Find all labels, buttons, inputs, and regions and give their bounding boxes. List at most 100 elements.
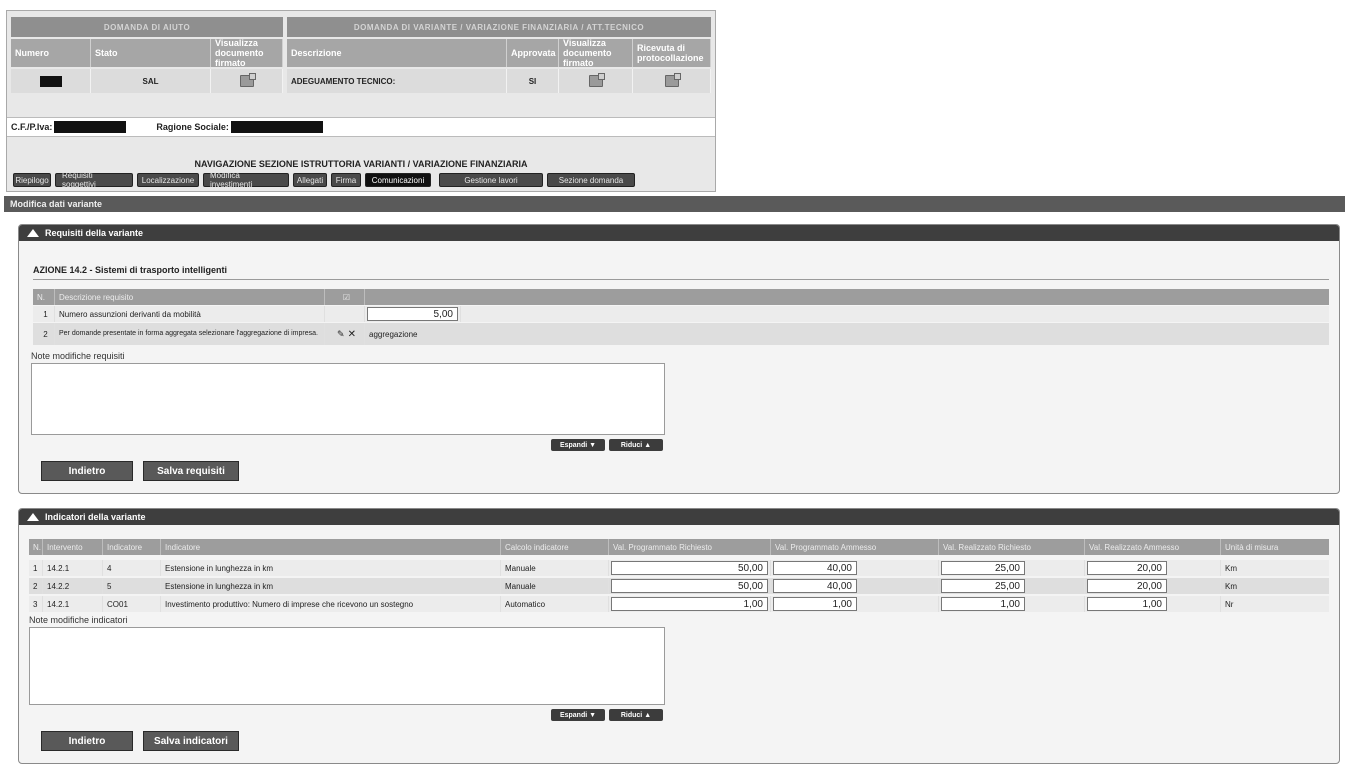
nav-gestione-lavori-button[interactable]: Gestione lavori — [439, 173, 543, 187]
prog-ammesso-input[interactable]: 40,00 — [773, 561, 857, 575]
printer-icon[interactable] — [239, 73, 256, 87]
th-n: N. — [33, 289, 55, 305]
indicatori-panel: Indicatori della variante N. Intervento … — [18, 508, 1340, 764]
row-n: 1 — [29, 560, 43, 576]
indicatori-panel-title: Indicatori della variante — [45, 512, 146, 522]
nav-modifica-investimenti-button[interactable]: Modifica investimenti — [203, 171, 289, 189]
col-approvata: Approvata — [507, 39, 559, 67]
row-intervento: 14.2.1 — [43, 560, 103, 576]
ragione-label: Ragione Sociale: — [156, 122, 229, 132]
th-intervento: Intervento — [43, 539, 103, 555]
row-value-cell: 5,00 — [365, 306, 461, 322]
descrizione-cell: ADEGUAMENTO TECNICO: — [287, 69, 507, 93]
th-real-ammesso: Val. Realizzato Ammesso — [1085, 539, 1221, 555]
printer-icon[interactable] — [664, 73, 681, 87]
nav-localizzazione-button[interactable]: Localizzazione — [137, 173, 199, 187]
row-indicatore: Investimento produttivo: Numero di impre… — [161, 596, 501, 612]
real-ammesso-input[interactable]: 20,00 — [1087, 561, 1167, 575]
riduci-button[interactable]: Riduci ▲ — [609, 709, 663, 721]
prog-richiesto-input[interactable]: 50,00 — [611, 561, 768, 575]
row-desc: Per domande presentate in forma aggregat… — [55, 323, 325, 345]
row-unita: Km — [1225, 563, 1237, 573]
row-check — [325, 306, 365, 322]
edit-icon[interactable]: ✎ — [337, 329, 345, 340]
row-calcolo: Manuale — [501, 578, 609, 594]
numero-cell — [11, 69, 91, 93]
collapse-triangle-icon[interactable] — [27, 513, 39, 521]
row-indicatore: Estensione in lunghezza in km — [161, 578, 501, 594]
requisiti-panel-header[interactable]: Requisiti della variante — [19, 225, 1339, 241]
th-unita: Unità di misura — [1225, 542, 1279, 552]
row-extra: aggregazione — [369, 329, 418, 339]
salva-indicatori-button[interactable]: Salva indicatori — [143, 731, 239, 751]
th-calcolo: Calcolo indicatore — [501, 539, 609, 555]
printer-icon[interactable] — [588, 73, 605, 87]
indicatori-panel-header[interactable]: Indicatori della variante — [19, 509, 1339, 525]
nav-title: NAVIGAZIONE SEZIONE ISTRUTTORIA VARIANTI… — [194, 159, 528, 169]
approvata-cell: SI — [507, 69, 559, 93]
row-codice: 4 — [103, 560, 161, 576]
nav-button-bar: Riepilogo Requisiti soggettivi Localizza… — [13, 171, 635, 189]
real-richiesto-input[interactable]: 25,00 — [941, 579, 1025, 593]
requisiti-row: 1 Numero assunzioni derivanti da mobilit… — [33, 306, 1329, 322]
row-intervento: 14.2.1 — [43, 596, 103, 612]
espandi-button[interactable]: Espandi ▼ — [551, 439, 605, 451]
delete-icon[interactable]: ✕ — [348, 329, 356, 340]
th-descrizione: Descrizione requisito — [55, 289, 325, 305]
col-ricevuta: Ricevuta di protocollazione — [633, 39, 711, 67]
col-numero: Numero — [11, 39, 91, 67]
th-prog-ammesso: Val. Programmato Ammesso — [771, 539, 939, 555]
row-actions: ✎ ✕ — [325, 323, 365, 345]
view-doc-right-cell — [559, 69, 633, 93]
note-indicatori-textarea[interactable] — [29, 627, 665, 705]
row-calcolo: Manuale — [501, 560, 609, 576]
prog-richiesto-input[interactable]: 50,00 — [611, 579, 768, 593]
indicatori-row: 3 14.2.1 CO01 Investimento produttivo: N… — [29, 596, 1329, 612]
real-richiesto-input[interactable]: 25,00 — [941, 561, 1025, 575]
prog-ammesso-input[interactable]: 1,00 — [773, 597, 857, 611]
nav-sezione-domanda-button[interactable]: Sezione domanda — [547, 173, 635, 187]
collapse-triangle-icon[interactable] — [27, 229, 39, 237]
prog-richiesto-input[interactable]: 1,00 — [611, 597, 768, 611]
requisiti-panel: Requisiti della variante AZIONE 14.2 - S… — [18, 224, 1340, 494]
riduci-button[interactable]: Riduci ▲ — [609, 439, 663, 451]
indicatori-table-header: N. Intervento Indicatore Indicatore Calc… — [29, 539, 1329, 555]
assunzioni-input[interactable]: 5,00 — [367, 307, 458, 321]
indicatori-row: 2 14.2.2 5 Estensione in lunghezza in km… — [29, 578, 1329, 594]
row-n: 2 — [29, 578, 43, 594]
nav-requisiti-soggettivi-button[interactable]: Requisiti soggettivi — [55, 171, 133, 189]
row-calcolo: Automatico — [501, 596, 609, 612]
check-all-icon[interactable]: ☑ — [325, 289, 365, 305]
nav-allegati-button[interactable]: Allegati — [293, 173, 327, 187]
redacted-ragione — [230, 121, 323, 133]
real-richiesto-input[interactable]: 1,00 — [941, 597, 1025, 611]
domanda-summary-panel: DOMANDA DI AIUTO DOMANDA DI VARIANTE / V… — [6, 10, 716, 192]
row-n: 1 — [33, 306, 55, 322]
indietro-button[interactable]: Indietro — [41, 461, 133, 481]
row-unita: Km — [1225, 581, 1237, 591]
col-visualizza-right: Visualizza documento firmato — [559, 38, 633, 68]
salva-requisiti-button[interactable]: Salva requisiti — [143, 461, 239, 481]
domanda-aiuto-header: DOMANDA DI AIUTO — [11, 17, 283, 37]
cf-label: C.F./P.Iva: — [11, 122, 53, 132]
nav-riepilogo-button[interactable]: Riepilogo — [13, 173, 51, 187]
nav-firma-button[interactable]: Firma — [331, 173, 361, 187]
col-stato: Stato — [91, 39, 211, 67]
ricevuta-cell — [633, 69, 711, 93]
real-ammesso-input[interactable]: 1,00 — [1087, 597, 1167, 611]
real-ammesso-input[interactable]: 20,00 — [1087, 579, 1167, 593]
row-spacer — [461, 306, 1329, 322]
row-indicatore: Estensione in lunghezza in km — [161, 560, 501, 576]
indietro-button[interactable]: Indietro — [41, 731, 133, 751]
view-doc-cell — [211, 69, 283, 93]
th-valore — [365, 289, 1329, 305]
note-requisiti-textarea[interactable] — [31, 363, 665, 435]
row-codice: 5 — [103, 578, 161, 594]
prog-ammesso-input[interactable]: 40,00 — [773, 579, 857, 593]
indicatori-row: 1 14.2.1 4 Estensione in lunghezza in km… — [29, 560, 1329, 576]
th-n: N. — [29, 539, 43, 555]
nav-comunicazioni-button[interactable]: Comunicazioni — [365, 173, 431, 187]
espandi-button[interactable]: Espandi ▼ — [551, 709, 605, 721]
row-n: 3 — [29, 596, 43, 612]
requisiti-table-header: N. Descrizione requisito ☑ — [33, 289, 1329, 305]
